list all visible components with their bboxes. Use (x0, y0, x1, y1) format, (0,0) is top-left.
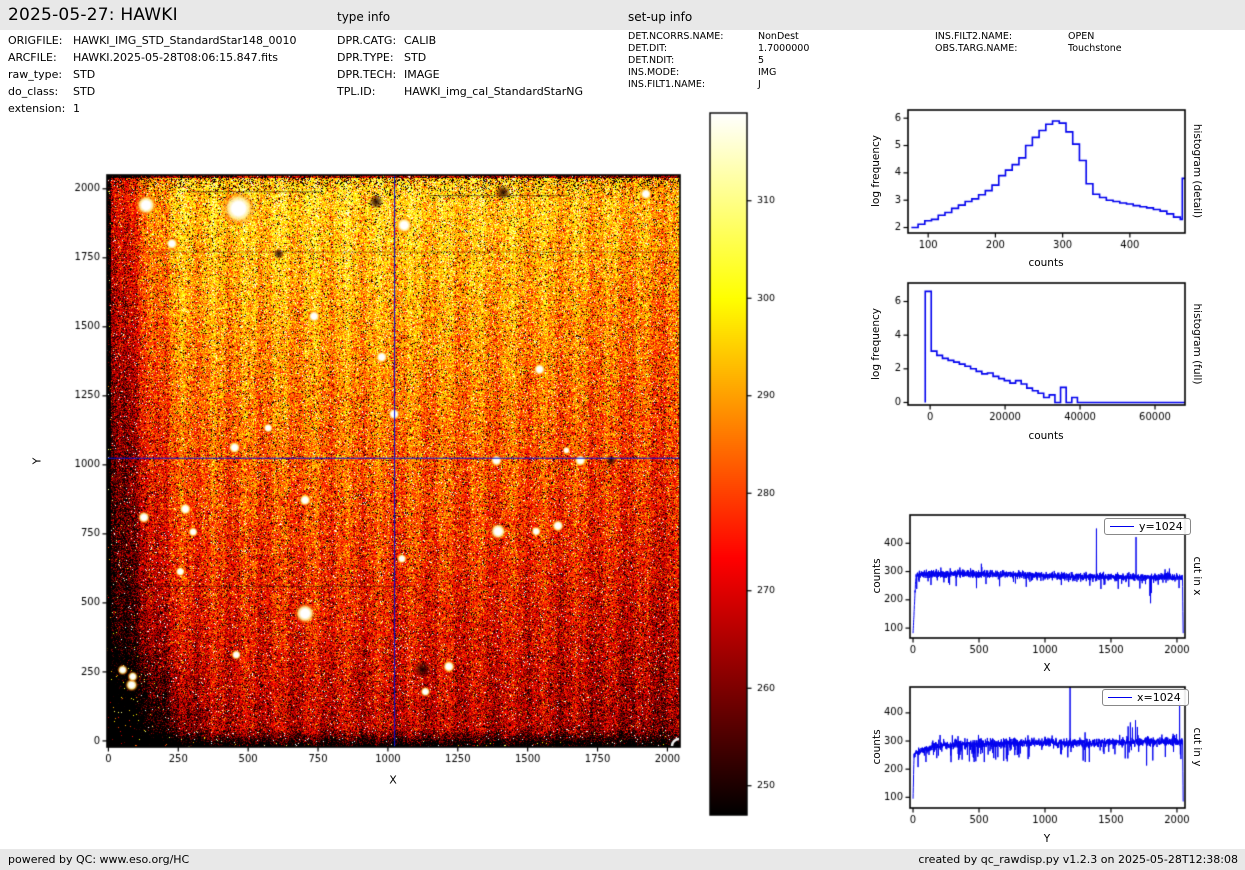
hist-detail-x-axis-label: counts (1028, 257, 1063, 269)
file-info-label: ORIGFILE: (8, 34, 62, 47)
hist-detail-side-label: histogram (detail) (1191, 124, 1203, 218)
cut-y-side-label: cut in y (1191, 727, 1203, 766)
hist-detail-y-axis-label: log frequency (870, 135, 882, 207)
cut-x-legend: y=1024 (1104, 518, 1191, 535)
footer-left-text: powered by QC: www.eso.org/HC (8, 853, 189, 866)
legend-line-swatch (1108, 697, 1132, 698)
type-info-label: DPR.TYPE: (337, 51, 394, 64)
hist-full-y-axis-label: log frequency (870, 308, 882, 380)
setup-info-value: Touchstone (1068, 43, 1122, 54)
setup-info-value: IMG (758, 67, 776, 78)
file-info-value: STD (73, 68, 95, 81)
file-info-label: raw_type: (8, 68, 62, 81)
file-info-value: STD (73, 85, 95, 98)
setup-info-label: OBS.TARG.NAME: (935, 43, 1017, 54)
type-info-value: IMAGE (404, 68, 440, 81)
setup-info-label: INS.MODE: (628, 67, 679, 78)
setup-info-value: OPEN (1068, 31, 1094, 42)
setup-info-value: NonDest (758, 31, 799, 42)
setup-info-label: DET.NCORRS.NAME: (628, 31, 724, 42)
cut-y-legend-label: x=1024 (1137, 691, 1181, 704)
type-info-value: CALIB (404, 34, 436, 47)
setup-info-label: INS.FILT1.NAME: (628, 79, 705, 90)
file-info-label: do_class: (8, 85, 58, 98)
type-info-label: DPR.CATG: (337, 34, 396, 47)
file-info-value: HAWKI_IMG_STD_StandardStar148_0010 (73, 34, 297, 47)
cut-x-side-label: cut in x (1191, 556, 1203, 595)
type-info-heading: type info (337, 10, 390, 24)
setup-info-heading: set-up info (628, 10, 692, 24)
page-title: 2025-05-27: HAWKI (8, 5, 178, 25)
file-info-value: 1 (73, 102, 80, 115)
type-info-value: STD (404, 51, 426, 64)
image-y-axis-label: Y (31, 458, 44, 465)
cut-x-y-axis-label: counts (871, 558, 883, 593)
footer-right-text: created by qc_rawdisp.py v1.2.3 on 2025-… (918, 853, 1238, 866)
type-info-label: DPR.TECH: (337, 68, 396, 81)
setup-info-value: 5 (758, 55, 764, 66)
file-info-value: HAWKI.2025-05-28T08:06:15.847.fits (73, 51, 278, 64)
file-info-label: ARCFILE: (8, 51, 57, 64)
image-x-axis-label: X (389, 774, 397, 787)
type-info-value: HAWKI_img_cal_StandardStarNG (404, 85, 583, 98)
setup-info-label: DET.DIT: (628, 43, 667, 54)
setup-info-label: INS.FILT2.NAME: (935, 31, 1012, 42)
hist-full-side-label: histogram (full) (1191, 304, 1203, 385)
cut-y-x-axis-label: Y (1044, 833, 1050, 845)
cut-y-y-axis-label: counts (871, 729, 883, 764)
file-info-label: extension: (8, 102, 65, 115)
setup-info-value: J (758, 79, 761, 90)
setup-info-value: 1.7000000 (758, 43, 809, 54)
header-bar (0, 0, 1245, 30)
type-info-label: TPL.ID: (337, 85, 375, 98)
legend-line-swatch (1110, 526, 1134, 527)
setup-info-label: DET.NDIT: (628, 55, 674, 66)
cut-x-x-axis-label: X (1043, 662, 1050, 674)
hist-full-x-axis-label: counts (1028, 430, 1063, 442)
cut-y-legend: x=1024 (1102, 689, 1189, 706)
cut-x-legend-label: y=1024 (1139, 520, 1183, 533)
